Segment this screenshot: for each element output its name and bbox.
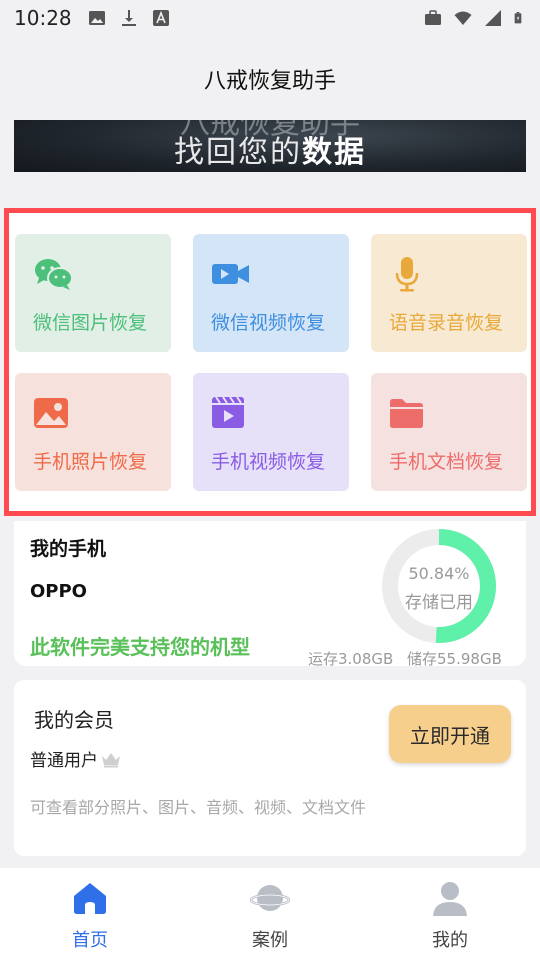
briefcase-icon (425, 10, 441, 25)
wifi-icon (454, 11, 472, 25)
feature-label: 手机视频恢复 (211, 451, 326, 473)
status-left-icons (88, 9, 170, 27)
phone-support-text: 此软件完美支持您的机型 (30, 635, 250, 659)
membership-card: 我的会员 普通用户 可查看部分照片、图片、音频、视频、文档文件 立即开通 (14, 680, 526, 856)
battery-icon (514, 12, 522, 24)
my-phone-card[interactable]: 我的手机 OPPO 此软件完美支持您的机型 50.84% 存储已用 运存3.08… (14, 521, 526, 668)
banner-ghost-text: 八戒恢复助手 (180, 120, 360, 141)
storage-usage-donut (382, 529, 496, 643)
font-icon (152, 10, 169, 26)
ram-size: 运存3.08GB (308, 650, 394, 668)
film-icon (212, 396, 244, 428)
feature-phone-video-recovery[interactable]: 手机视频恢复 (193, 373, 349, 491)
folder-icon (390, 399, 423, 428)
feature-label: 微信视频恢复 (211, 312, 326, 334)
wechat-icon (35, 259, 73, 290)
status-bar: 10:28 (0, 0, 540, 36)
status-time: 10:28 (14, 6, 72, 30)
download-icon (121, 10, 136, 26)
membership-title: 我的会员 (34, 708, 114, 732)
membership-description: 可查看部分照片、图片、音频、视频、文档文件 (30, 798, 367, 817)
home-icon (74, 883, 106, 914)
feature-wechat-photo-recovery[interactable]: 微信图片恢复 (15, 234, 171, 352)
storage-usage-percent: 50.84% (408, 564, 470, 583)
nav-label-cases: 案例 (252, 930, 288, 951)
membership-level-text: 普通用户 (30, 751, 98, 771)
nav-item-home[interactable]: 首页 (0, 868, 180, 960)
app-header: 八戒恢复助手 (0, 36, 540, 122)
feature-phone-photo-recovery[interactable]: 手机照片恢复 (15, 373, 171, 491)
signal-icon (485, 10, 501, 26)
phone-card-title: 我的手机 (30, 538, 107, 560)
image-icon (88, 11, 105, 25)
feature-panel: 微信图片恢复 微信视频恢复 语音录音恢复 手机照片恢复 手机视频恢复 手机文档恢… (4, 208, 536, 516)
storage-usage-label: 存储已用 (405, 593, 473, 613)
crown-icon (102, 752, 120, 767)
user-icon (433, 882, 467, 916)
feature-label: 语音录音恢复 (389, 312, 504, 334)
photo-icon (34, 398, 68, 428)
bottom-nav: 首页 案例 我的 (0, 868, 540, 960)
feature-label: 手机文档恢复 (389, 451, 504, 473)
feature-voice-recording-recovery[interactable]: 语音录音恢复 (371, 234, 527, 352)
membership-level: 普通用户 (30, 746, 122, 771)
storage-size: 储存55.98GB (407, 650, 502, 668)
page-title: 八戒恢复助手 (203, 69, 336, 94)
nav-label-home: 首页 (72, 930, 108, 951)
nav-item-profile[interactable]: 我的 (360, 868, 540, 960)
feature-label: 手机照片恢复 (33, 451, 148, 473)
microphone-icon (395, 257, 419, 292)
phone-brand: OPPO (30, 581, 87, 602)
planet-icon (250, 885, 290, 911)
open-membership-button[interactable]: 立即开通 (389, 705, 511, 763)
feature-wechat-video-recovery[interactable]: 微信视频恢复 (193, 234, 349, 352)
video-camera-icon (212, 264, 249, 284)
status-right-icons (424, 9, 526, 27)
promo-banner[interactable]: 八戒恢复助手 找回您的数据 (14, 120, 526, 172)
nav-item-cases[interactable]: 案例 (180, 868, 360, 960)
nav-label-profile: 我的 (432, 930, 468, 951)
feature-label: 微信图片恢复 (33, 312, 148, 334)
feature-phone-document-recovery[interactable]: 手机文档恢复 (371, 373, 527, 491)
